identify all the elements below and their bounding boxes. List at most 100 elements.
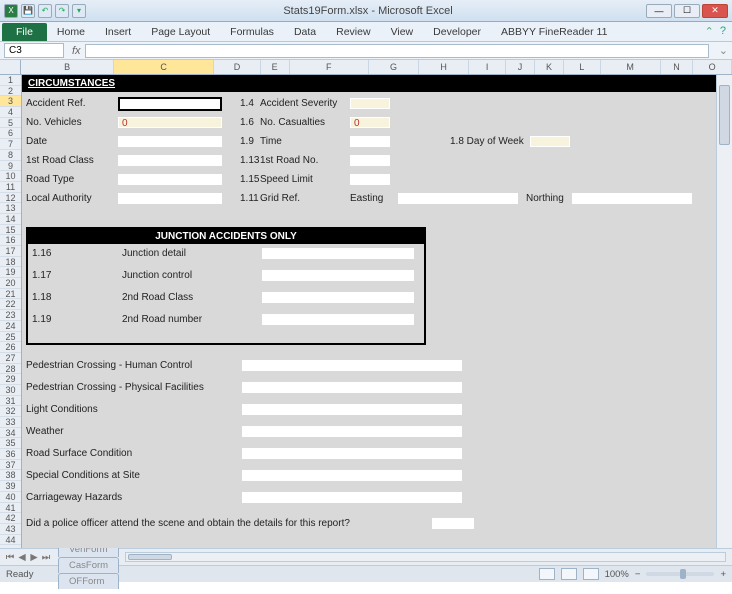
row-header[interactable]: 30 <box>0 385 21 396</box>
row-header[interactable]: 29 <box>0 374 21 385</box>
name-box[interactable] <box>4 43 64 58</box>
formula-expand-icon[interactable]: ⌄ <box>715 44 732 57</box>
column-header[interactable]: I <box>469 60 506 74</box>
column-header[interactable]: B <box>21 60 114 74</box>
close-button[interactable]: ✕ <box>702 4 728 18</box>
column-header[interactable]: K <box>535 60 564 74</box>
ribbon-tab-data[interactable]: Data <box>284 23 326 41</box>
row-header[interactable]: 37 <box>0 460 21 471</box>
redo-icon[interactable]: ↷ <box>55 4 69 18</box>
row-header[interactable]: 10 <box>0 171 21 182</box>
junction-input[interactable] <box>262 248 414 259</box>
column-header[interactable]: N <box>661 60 694 74</box>
row-header[interactable]: 6 <box>0 128 21 139</box>
row-header[interactable]: 5 <box>0 118 21 129</box>
tab-last-icon[interactable]: ⏭ <box>40 552 52 563</box>
input-local-authority[interactable] <box>118 193 222 204</box>
row-header[interactable]: 7 <box>0 139 21 150</box>
input-day-of-week[interactable] <box>530 136 570 147</box>
input-no-casualties[interactable]: 0 <box>350 117 390 128</box>
row-header[interactable]: 18 <box>0 257 21 268</box>
lower-input[interactable] <box>242 404 462 415</box>
lower-input[interactable] <box>242 426 462 437</box>
row-header[interactable]: 43 <box>0 524 21 535</box>
input-easting[interactable] <box>398 193 518 204</box>
tab-first-icon[interactable]: ⏮ <box>4 552 16 563</box>
sheet-tab[interactable]: CasForm <box>58 557 119 573</box>
minimize-button[interactable]: — <box>646 4 672 18</box>
input-northing[interactable] <box>572 193 692 204</box>
row-header[interactable]: 4 <box>0 107 21 118</box>
row-header[interactable]: 41 <box>0 503 21 514</box>
junction-input[interactable] <box>262 292 414 303</box>
input-accident-severity[interactable] <box>350 98 390 109</box>
column-header[interactable]: J <box>506 60 535 74</box>
row-header[interactable]: 17 <box>0 246 21 257</box>
row-header[interactable]: 13 <box>0 203 21 214</box>
fx-icon[interactable]: fx <box>68 45 85 57</box>
column-header[interactable]: F <box>290 60 369 74</box>
column-header[interactable]: M <box>601 60 661 74</box>
row-header[interactable]: 40 <box>0 492 21 503</box>
undo-icon[interactable]: ↶ <box>38 4 52 18</box>
input-first-road-no[interactable] <box>350 155 390 166</box>
horizontal-scroll-thumb[interactable] <box>128 554 172 560</box>
column-header[interactable]: C <box>114 60 214 74</box>
row-header[interactable]: 20 <box>0 278 21 289</box>
row-header[interactable]: 31 <box>0 396 21 407</box>
row-header[interactable]: 36 <box>0 449 21 460</box>
zoom-level[interactable]: 100% <box>605 569 629 580</box>
input-no-vehicles[interactable]: 0 <box>118 117 222 128</box>
zoom-slider[interactable] <box>646 572 714 576</box>
column-header[interactable]: L <box>564 60 601 74</box>
row-header[interactable]: 19 <box>0 267 21 278</box>
file-tab[interactable]: File <box>2 23 47 41</box>
view-page-layout-button[interactable] <box>561 568 577 580</box>
junction-input[interactable] <box>262 270 414 281</box>
sheet-tab[interactable]: OFForm <box>58 573 119 589</box>
row-header[interactable]: 12 <box>0 193 21 204</box>
ribbon-tab-view[interactable]: View <box>381 23 424 41</box>
ribbon-tab-review[interactable]: Review <box>326 23 380 41</box>
lower-input[interactable] <box>242 448 462 459</box>
lower-input[interactable] <box>242 492 462 503</box>
row-header[interactable]: 44 <box>0 535 21 546</box>
vertical-scrollbar[interactable] <box>716 75 732 548</box>
zoom-out-icon[interactable]: − <box>635 569 641 580</box>
select-all-corner[interactable] <box>0 60 21 74</box>
horizontal-scrollbar[interactable] <box>125 552 726 562</box>
row-header[interactable]: 23 <box>0 310 21 321</box>
maximize-button[interactable]: ☐ <box>674 4 700 18</box>
lower-input[interactable] <box>242 470 462 481</box>
row-header[interactable]: 11 <box>0 182 21 193</box>
column-header[interactable]: D <box>214 60 260 74</box>
input-date[interactable] <box>118 136 222 147</box>
row-header[interactable]: 42 <box>0 513 21 524</box>
row-header[interactable]: 26 <box>0 342 21 353</box>
ribbon-tab-abbyy[interactable]: ABBYY FineReader 11 <box>491 23 617 41</box>
input-road-type[interactable] <box>118 174 222 185</box>
row-header[interactable]: 1 <box>0 75 21 86</box>
ribbon-tab-home[interactable]: Home <box>47 23 95 41</box>
row-header[interactable]: 15 <box>0 225 21 236</box>
row-header[interactable]: 22 <box>0 299 21 310</box>
row-header[interactable]: 9 <box>0 161 21 172</box>
row-header[interactable]: 25 <box>0 332 21 343</box>
row-header[interactable]: 32 <box>0 406 21 417</box>
row-header[interactable]: 21 <box>0 289 21 300</box>
ribbon-tab-page-layout[interactable]: Page Layout <box>141 23 220 41</box>
input-time[interactable] <box>350 136 390 147</box>
save-icon[interactable]: 💾 <box>21 4 35 18</box>
junction-input[interactable] <box>262 314 414 325</box>
lower-input[interactable] <box>242 382 462 393</box>
tab-prev-icon[interactable]: ◀ <box>16 552 28 563</box>
ribbon-minimize-icon[interactable]: ⌃ <box>705 25 714 38</box>
column-header[interactable]: O <box>693 60 732 74</box>
question-input[interactable] <box>432 518 474 529</box>
qat-dropdown-icon[interactable]: ▾ <box>72 4 86 18</box>
worksheet[interactable]: CIRCUMSTANCES Accident Ref. 1.4 Accident… <box>22 75 716 548</box>
ribbon-tab-developer[interactable]: Developer <box>423 23 491 41</box>
view-page-break-button[interactable] <box>583 568 599 580</box>
vertical-scroll-thumb[interactable] <box>719 85 730 145</box>
row-header[interactable]: 33 <box>0 417 21 428</box>
